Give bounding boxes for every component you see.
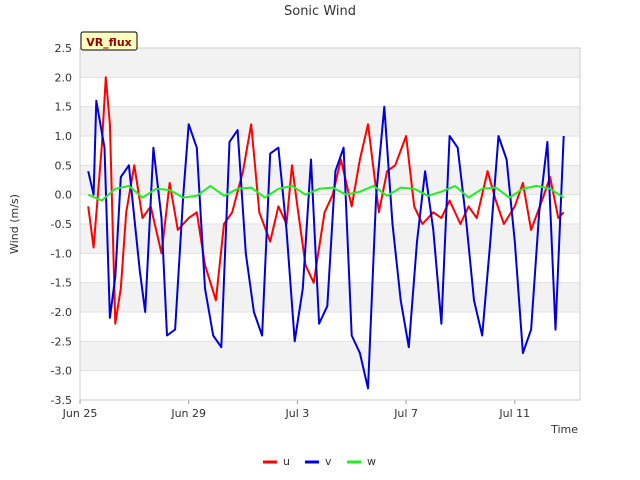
x-axis: Jun 25 Jun 29 Jul 3 Jul 7 Jul 11 bbox=[62, 400, 530, 420]
y-tick-label: 1.5 bbox=[55, 101, 73, 114]
x-axis-title: Time bbox=[550, 423, 578, 436]
y-tick-label: -1.5 bbox=[51, 277, 72, 290]
x-tick-label: Jun 29 bbox=[170, 407, 206, 420]
chart-title: Sonic Wind bbox=[284, 4, 356, 19]
legend: u v w bbox=[263, 455, 376, 468]
y-tick-label: -2.5 bbox=[51, 335, 72, 348]
y-tick-label: -2.0 bbox=[51, 306, 72, 319]
y-tick-label: 2.5 bbox=[55, 42, 73, 55]
legend-label: v bbox=[325, 455, 332, 468]
x-tick-label: Jun 25 bbox=[62, 407, 98, 420]
y-tick-label: -0.5 bbox=[51, 218, 72, 231]
grid-band bbox=[80, 282, 580, 312]
grid-band bbox=[80, 341, 580, 371]
y-axis-title: Wind (m/s) bbox=[8, 194, 21, 254]
y-tick-label: 2.0 bbox=[55, 71, 73, 84]
legend-label: w bbox=[367, 455, 376, 468]
chart-svg: 2.5 2.0 1.5 1.0 0.5 0.0 -0.5 -1.0 -1.5 -2.0 -2.5 -3… bbox=[8, 4, 581, 468]
x-tick-label: Jul 3 bbox=[285, 407, 310, 420]
legend-label: u bbox=[283, 455, 290, 468]
y-tick-label: -1.0 bbox=[51, 247, 72, 260]
y-tick-label: 1.0 bbox=[55, 130, 73, 143]
y-tick-label: -3.5 bbox=[51, 394, 72, 407]
y-tick-label: -3.0 bbox=[51, 365, 72, 378]
grid-band bbox=[80, 106, 580, 136]
grid-band bbox=[80, 48, 580, 78]
legend-item-w: w bbox=[347, 455, 376, 468]
legend-item-u: u bbox=[263, 455, 290, 468]
chart-badge: VR_flux bbox=[80, 31, 138, 51]
y-tick-label: 0.0 bbox=[55, 189, 73, 202]
y-tick-label: 0.5 bbox=[55, 159, 73, 172]
legend-item-v: v bbox=[305, 455, 332, 468]
badge-label: VR_flux bbox=[86, 36, 132, 49]
x-tick-label: Jul 7 bbox=[393, 407, 418, 420]
y-axis: 2.5 2.0 1.5 1.0 0.5 0.0 -0.5 -1.0 -1.5 -2.0 -2.5 -3… bbox=[51, 42, 72, 407]
x-tick-label: Jul 11 bbox=[498, 407, 530, 420]
